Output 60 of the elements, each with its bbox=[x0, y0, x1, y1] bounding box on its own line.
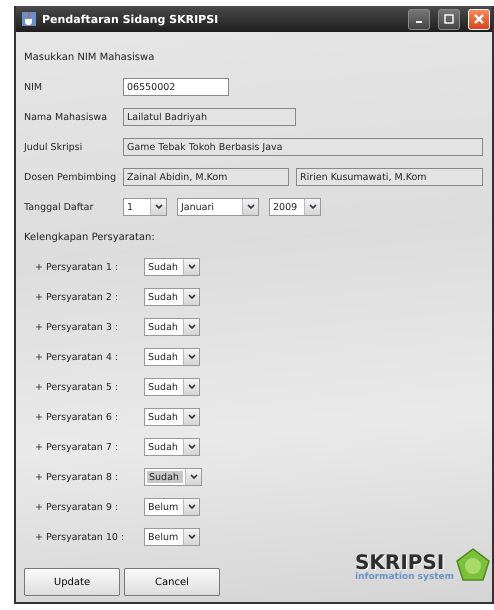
text-field[interactable]: Game Tebak Tokoh Berbasis Java bbox=[123, 138, 483, 156]
close-button[interactable] bbox=[468, 8, 490, 30]
requirement-label: + Persyaratan 4 : bbox=[35, 352, 120, 362]
chevron-down-icon bbox=[308, 204, 316, 210]
logo-wordmark: SKRIPSI bbox=[355, 552, 444, 572]
dropdown[interactable]: Belum bbox=[144, 528, 200, 546]
maximize-icon bbox=[444, 14, 454, 24]
maximize-button[interactable] bbox=[438, 8, 460, 30]
chevron-down-icon bbox=[188, 534, 196, 540]
requirement-label: + Persyaratan 5 : bbox=[35, 382, 120, 392]
requirement-label: + Persyaratan 10 : bbox=[35, 532, 126, 542]
dropdown[interactable]: Sudah bbox=[144, 378, 200, 396]
chevron-down-icon bbox=[188, 264, 196, 270]
java-cup-icon bbox=[22, 12, 36, 26]
text-field[interactable]: Zainal Abidin, M.Kom bbox=[123, 168, 289, 186]
chevron-down-icon bbox=[188, 384, 196, 390]
logo-tagline: information system bbox=[355, 572, 454, 582]
chevron-down-icon bbox=[188, 324, 196, 330]
chevron-down-icon bbox=[188, 444, 196, 450]
field-label: Judul Skripsi bbox=[24, 142, 84, 152]
minimize-button[interactable] bbox=[408, 8, 430, 30]
requirement-label: + Persyaratan 1 : bbox=[35, 262, 120, 272]
field-label: Dosen Pembimbing bbox=[24, 172, 118, 182]
dropdown[interactable]: Sudah bbox=[144, 288, 200, 306]
dropdown[interactable]: Sudah bbox=[144, 348, 200, 366]
dropdown[interactable]: Sudah bbox=[144, 468, 202, 486]
emblem-icon bbox=[456, 548, 490, 582]
field-label: Nama Mahasiswa bbox=[24, 112, 108, 122]
chevron-down-icon bbox=[188, 414, 196, 420]
dropdown[interactable]: Sudah bbox=[144, 258, 200, 276]
form-heading: Masukkan NIM Mahasiswa bbox=[24, 52, 154, 62]
requirement-label: + Persyaratan 3 : bbox=[35, 322, 120, 332]
dropdown[interactable]: Sudah bbox=[144, 408, 200, 426]
requirement-label: + Persyaratan 6 : bbox=[35, 412, 120, 422]
dropdown[interactable]: Sudah bbox=[144, 318, 200, 336]
window-title: Pendaftaran Sidang SKRIPSI bbox=[42, 12, 220, 26]
field-label: Tanggal Daftar bbox=[24, 202, 94, 212]
requirement-label: + Persyaratan 8 : bbox=[35, 472, 120, 482]
text-field[interactable]: Lailatul Badriyah bbox=[123, 108, 296, 126]
action-button[interactable]: Cancel bbox=[124, 568, 220, 596]
dropdown[interactable]: Sudah bbox=[144, 438, 200, 456]
requirement-label: + Persyaratan 2 : bbox=[35, 292, 120, 302]
close-icon bbox=[474, 14, 484, 24]
action-button[interactable]: Update bbox=[24, 568, 120, 596]
dropdown[interactable]: Belum bbox=[144, 498, 200, 516]
dropdown[interactable]: Januari bbox=[177, 198, 259, 216]
chevron-down-icon bbox=[188, 294, 196, 300]
field-label: NIM bbox=[24, 82, 44, 92]
section-label: Kelengkapan Persyaratan: bbox=[24, 232, 155, 242]
chevron-down-icon bbox=[246, 204, 254, 210]
text-field[interactable]: Ririen Kusumawati, M.Kom bbox=[296, 168, 483, 186]
chevron-down-icon bbox=[188, 504, 196, 510]
text-field[interactable]: 06550002 bbox=[123, 78, 229, 96]
requirement-label: + Persyaratan 9 : bbox=[35, 502, 120, 512]
dropdown[interactable]: 2009 bbox=[269, 198, 321, 216]
chevron-down-icon bbox=[190, 474, 198, 480]
chevron-down-icon bbox=[188, 354, 196, 360]
requirement-label: + Persyaratan 7 : bbox=[35, 442, 120, 452]
chevron-down-icon bbox=[154, 204, 162, 210]
dropdown[interactable]: 1 bbox=[123, 198, 167, 216]
